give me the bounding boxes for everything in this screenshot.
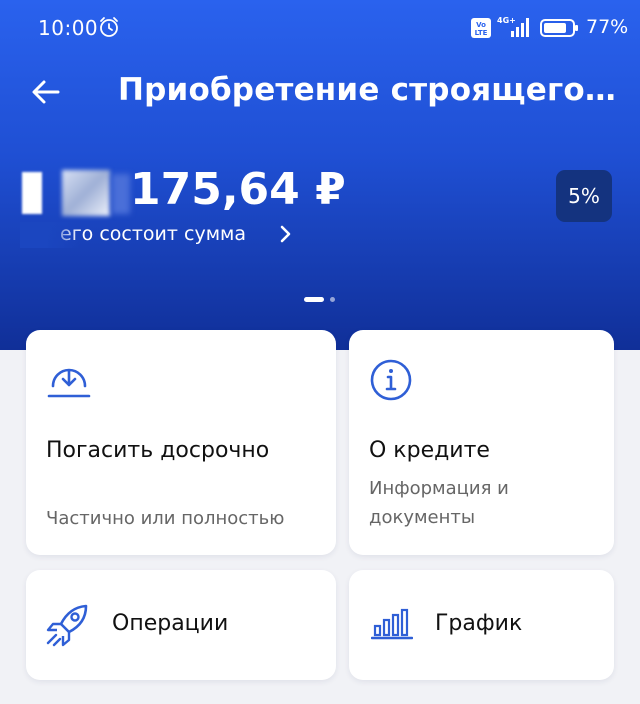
loan-info-title: О кредите (369, 438, 490, 463)
loan-info-subtitle: Информация и документы (369, 478, 509, 528)
battery-percent: 77% (586, 16, 629, 38)
balance-amount-row: 175,64 ₽ (0, 160, 480, 220)
bar-chart-icon (371, 608, 413, 640)
masked-digit (112, 174, 130, 214)
masked-digit (22, 172, 42, 214)
loan-info-card[interactable]: О кредите Информация и документы (349, 330, 614, 555)
chevron-right-icon[interactable] (276, 224, 294, 244)
balance-amount: 175,64 ₽ (130, 164, 346, 215)
early-repayment-subtitle: Частично или полностью (46, 508, 285, 529)
schedule-card[interactable]: График (349, 570, 614, 680)
carousel-pager (304, 297, 344, 303)
page-title: Приобретение строящегося ж... (118, 72, 628, 108)
operations-card[interactable]: Операции (26, 570, 336, 680)
status-bar: 10:00 Vo LTE 4G+ 77% (0, 0, 640, 56)
composition-link[interactable]: его состоит сумма (60, 223, 246, 245)
pager-dot-active[interactable] (304, 297, 324, 302)
rocket-icon (46, 604, 88, 647)
hero-panel: 10:00 Vo LTE 4G+ 77% Приобретение строящ… (0, 0, 640, 350)
status-time: 10:00 (38, 16, 99, 40)
masked-digit (62, 170, 110, 216)
composition-link-mask (20, 222, 80, 248)
early-repayment-title: Погасить досрочно (46, 438, 270, 463)
alarm-icon (100, 17, 118, 37)
download-circle-icon (47, 368, 91, 398)
interest-rate-badge: 5% (556, 170, 612, 222)
battery-icon (540, 19, 578, 37)
volte-icon: Vo LTE (471, 18, 491, 38)
svg-text:LTE: LTE (475, 29, 488, 37)
info-icon (370, 359, 412, 401)
pager-dot[interactable] (330, 297, 335, 302)
operations-title: Операции (112, 611, 229, 636)
svg-text:4G+: 4G+ (497, 16, 516, 25)
signal-icon: 4G+ (497, 16, 529, 37)
back-arrow-icon[interactable] (30, 76, 62, 108)
early-repayment-card[interactable]: Погасить досрочно Частично или полностью (26, 330, 336, 555)
schedule-title: График (435, 611, 523, 636)
svg-text:Vo: Vo (476, 21, 486, 29)
